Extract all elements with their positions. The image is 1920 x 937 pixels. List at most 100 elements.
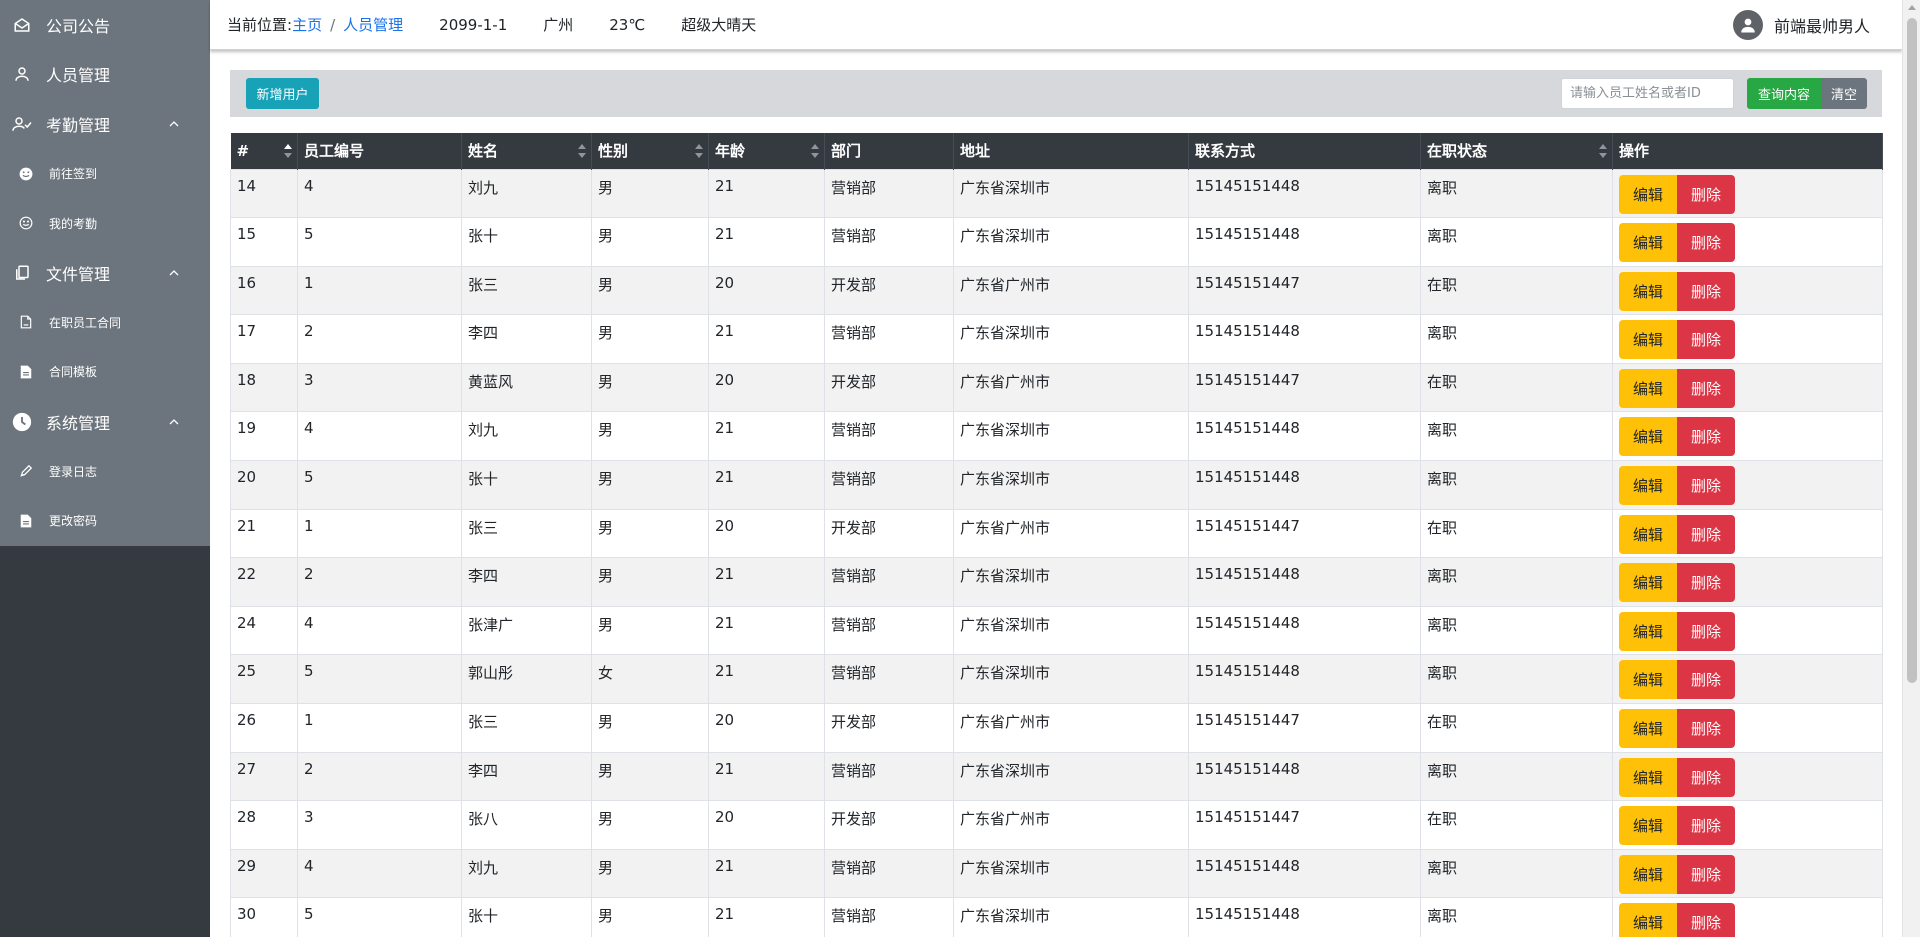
delete-button[interactable]: 删除 (1677, 563, 1735, 603)
sidebar-item-personnel[interactable]: 人员管理 (0, 50, 210, 100)
sidebar-item-attendance[interactable]: 考勤管理 (0, 99, 210, 149)
scroll-up-arrow-icon[interactable] (1908, 5, 1916, 10)
cell-name: 张十 (461, 897, 592, 937)
cell-contact: 15145151448 (1188, 411, 1421, 462)
column-header-index[interactable]: # (230, 133, 298, 169)
column-header-gender[interactable]: 性别 (591, 133, 709, 169)
scrollbar-thumb[interactable] (1907, 18, 1917, 683)
cell-actions: 编辑 删除 (1612, 314, 1883, 364)
delete-button[interactable]: 删除 (1677, 757, 1735, 797)
sidebar-item-check-in[interactable]: 前往签到 (0, 149, 210, 199)
user-avatar-icon (1741, 18, 1755, 33)
delete-button[interactable]: 删除 (1677, 709, 1735, 749)
cell-status: 离职 (1420, 605, 1613, 656)
sidebar-item-login-log[interactable]: 登录日志 (0, 446, 210, 496)
cell-status: 离职 (1420, 460, 1613, 510)
cell-employee-id: 5 (297, 217, 462, 267)
sidebar-item-label: 前往签到 (49, 167, 98, 182)
edit-button[interactable]: 编辑 (1619, 611, 1677, 651)
table-row: 14 4 刘九男 21 营销部 广东省深圳市 15145151448 离职 编辑 删除 (230, 168, 1883, 219)
cell-department: 营销部 (824, 314, 954, 364)
cell-department: 营销部 (824, 848, 954, 899)
cell-index: 26 (230, 703, 298, 753)
sidebar-item-label: 登录日志 (49, 464, 98, 479)
table-row: 21 1 张三男 20 开发部 广东省广州市 15145151447 在职 编辑 删除 (230, 508, 1883, 559)
edit-button[interactable]: 编辑 (1619, 709, 1677, 749)
query-button[interactable]: 查询内容 (1747, 78, 1821, 109)
user-menu[interactable]: 前端最帅男人 (1732, 10, 1870, 40)
edit-button[interactable]: 编辑 (1619, 903, 1677, 937)
row-action-group: 编辑 删除 (1619, 271, 1876, 311)
delete-button[interactable]: 删除 (1677, 466, 1735, 506)
edit-button[interactable]: 编辑 (1619, 854, 1677, 894)
edit-button[interactable]: 编辑 (1619, 806, 1677, 846)
delete-button[interactable]: 删除 (1677, 611, 1735, 651)
sidebar-item-contracts[interactable]: 在职员工合同 (0, 298, 210, 348)
edit-button[interactable]: 编辑 (1619, 466, 1677, 506)
cell-name: 李四 (461, 557, 592, 607)
delete-button[interactable]: 删除 (1677, 174, 1735, 214)
cell-contact: 15145151448 (1188, 168, 1421, 219)
sidebar-item-system[interactable]: 系统管理 (0, 397, 210, 447)
delete-button[interactable]: 删除 (1677, 417, 1735, 457)
edit-button[interactable]: 编辑 (1619, 514, 1677, 554)
row-action-group: 编辑 删除 (1619, 368, 1876, 408)
cell-actions: 编辑 删除 (1612, 508, 1883, 559)
edit-button[interactable]: 编辑 (1619, 757, 1677, 797)
column-header-age[interactable]: 年龄 (708, 133, 825, 169)
sidebar-item-label: 文件管理 (46, 264, 111, 284)
clear-button[interactable]: 清空 (1821, 78, 1867, 109)
cell-status: 在职 (1420, 362, 1613, 413)
edit-button[interactable]: 编辑 (1619, 223, 1677, 263)
sidebar-item-label: 人员管理 (46, 66, 111, 86)
cell-address: 广东省深圳市 (953, 654, 1189, 705)
sort-icon (695, 143, 703, 158)
delete-button[interactable]: 删除 (1677, 368, 1735, 408)
toolbar: 新增用户 查询内容 清空 (230, 70, 1882, 117)
cell-status: 离职 (1420, 654, 1613, 705)
edit-button[interactable]: 编辑 (1619, 271, 1677, 311)
sidebar-item-my-attendance[interactable]: 我的考勤 (0, 198, 210, 248)
delete-button[interactable]: 删除 (1677, 660, 1735, 700)
sidebar-item-files[interactable]: 文件管理 (0, 248, 210, 298)
delete-button[interactable]: 删除 (1677, 514, 1735, 554)
edit-button[interactable]: 编辑 (1619, 174, 1677, 214)
delete-button[interactable]: 删除 (1677, 854, 1735, 894)
sidebar-item-label: 合同模板 (49, 365, 98, 380)
delete-button[interactable]: 删除 (1677, 806, 1735, 846)
page-scrollbar[interactable] (1902, 0, 1920, 937)
search-input[interactable] (1561, 78, 1734, 109)
add-user-button[interactable]: 新增用户 (246, 78, 319, 109)
top-bar: 当前位置: 主页 / 人员管理 2099-1-1 广州 23℃ 超级大晴天 前端… (210, 0, 1902, 50)
sidebar-item-change-password[interactable]: 更改密码 (0, 496, 210, 546)
edit-button[interactable]: 编辑 (1619, 563, 1677, 603)
cell-contact: 15145151448 (1188, 654, 1421, 705)
delete-button[interactable]: 删除 (1677, 223, 1735, 263)
sidebar-item-contract-templates[interactable]: 合同模板 (0, 347, 210, 397)
cell-status: 离职 (1420, 751, 1613, 802)
breadcrumb-current[interactable]: 人员管理 (343, 14, 403, 35)
cell-contact: 15145151448 (1188, 217, 1421, 267)
delete-button[interactable]: 删除 (1677, 903, 1735, 937)
table-row: 22 2 李四男 21 营销部 广东省深圳市 15145151448 离职 编辑 删除 (230, 557, 1883, 607)
breadcrumb-home[interactable]: 主页 (292, 14, 322, 35)
cell-index: 28 (230, 800, 298, 850)
cell-department: 营销部 (824, 217, 954, 267)
cell-name: 李四 (461, 751, 592, 802)
sidebar-item-announcements[interactable]: 公司公告 (0, 0, 210, 50)
edit-button[interactable]: 编辑 (1619, 417, 1677, 457)
table-body: 14 4 刘九男 21 营销部 广东省深圳市 15145151448 离职 编辑 删除 15 5 张十男… (230, 168, 1883, 937)
delete-button[interactable]: 删除 (1677, 271, 1735, 311)
cell-age: 20 (708, 800, 825, 850)
cell-address: 广东省广州市 (953, 362, 1189, 413)
cell-department: 开发部 (824, 265, 954, 316)
column-header-name[interactable]: 姓名 (461, 133, 592, 169)
column-header-employee-id[interactable]: 员工编号 (297, 133, 462, 169)
edit-button[interactable]: 编辑 (1619, 660, 1677, 700)
cell-employee-id: 1 (297, 508, 462, 559)
cell-actions: 编辑 删除 (1612, 848, 1883, 899)
delete-button[interactable]: 删除 (1677, 320, 1735, 360)
column-header-status[interactable]: 在职状态 (1420, 133, 1613, 169)
edit-button[interactable]: 编辑 (1619, 368, 1677, 408)
edit-button[interactable]: 编辑 (1619, 320, 1677, 360)
